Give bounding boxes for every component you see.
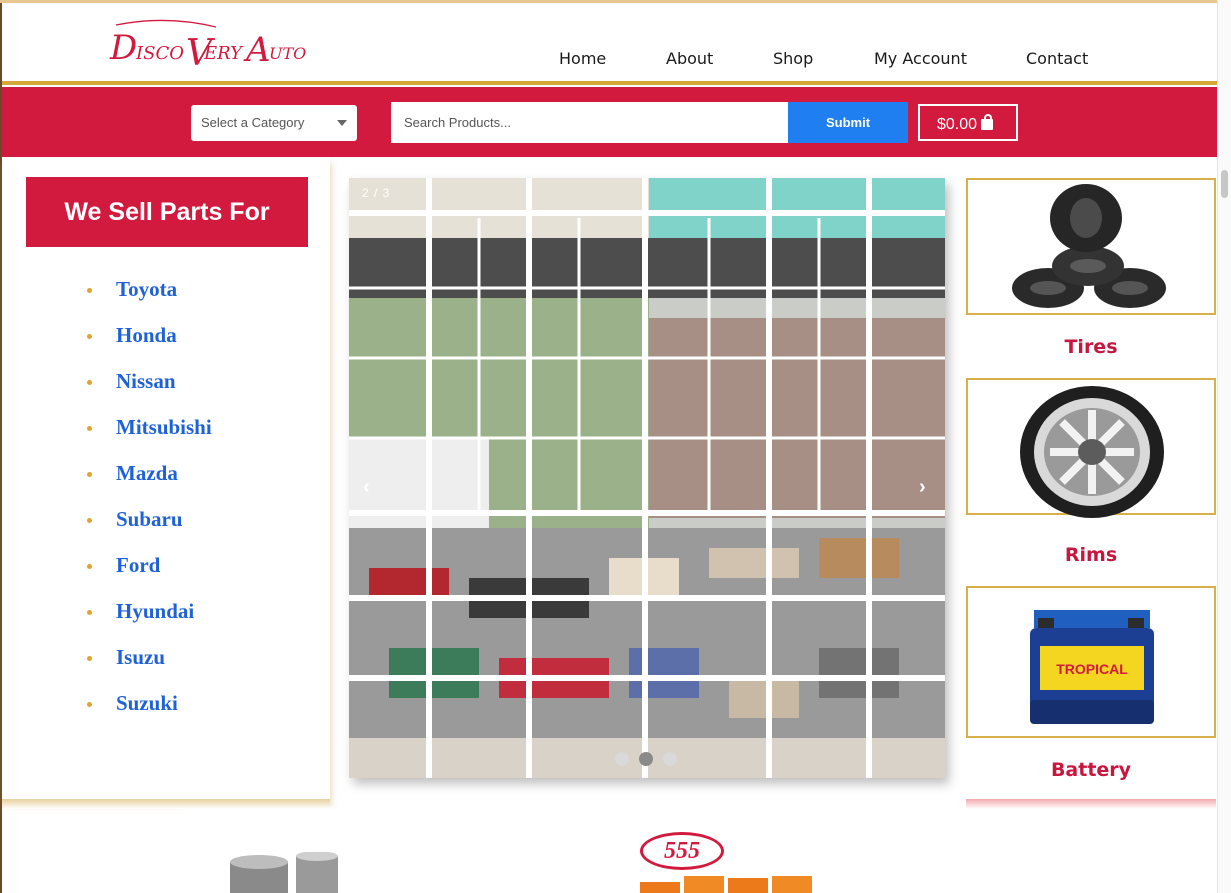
brand-label[interactable]: Honda: [116, 323, 177, 348]
page-scrollbar[interactable]: [1217, 0, 1231, 893]
nav-home[interactable]: Home: [559, 49, 606, 68]
category-label[interactable]: Rims: [966, 544, 1216, 566]
slider-dot[interactable]: [663, 752, 677, 766]
brand-label[interactable]: Ford: [116, 553, 160, 578]
brand-label[interactable]: Mitsubishi: [116, 415, 212, 440]
search-input[interactable]: Search Products...: [391, 102, 788, 143]
slide-counter: 2 / 3: [362, 186, 391, 200]
main-nav: Home About Shop My Account Contact: [2, 49, 1217, 73]
nav-my-account[interactable]: My Account: [874, 49, 967, 68]
chrome-rim-image: [1020, 386, 1164, 518]
bullet-icon: [87, 334, 92, 339]
category-card-rims[interactable]: [966, 378, 1216, 518]
category-panel-shadow: [966, 799, 1216, 809]
brand-555-badge: 555: [640, 832, 724, 870]
bullet-icon: [87, 564, 92, 569]
bullet-icon: [87, 702, 92, 707]
scrollbar-thumb[interactable]: [1221, 170, 1228, 198]
submit-button[interactable]: Submit: [788, 102, 908, 143]
chevron-right-icon[interactable]: ›: [919, 476, 926, 499]
shopping-bag-icon: [981, 114, 994, 130]
bullet-icon: [87, 656, 92, 661]
air-filter-image: [230, 852, 338, 893]
category-label[interactable]: Battery: [966, 759, 1216, 781]
slider-dot-active[interactable]: [639, 752, 653, 766]
brands-panel-shadow: [2, 799, 330, 809]
header-divider: [2, 81, 1217, 85]
category-select[interactable]: Select a Category: [191, 105, 357, 141]
bullet-icon: [87, 288, 92, 293]
brand-label[interactable]: Suzuki: [116, 691, 178, 716]
brand-label[interactable]: Subaru: [116, 507, 183, 532]
bullet-icon: [87, 426, 92, 431]
category-select-value: Select a Category: [201, 115, 305, 130]
chevron-left-icon[interactable]: ‹: [363, 476, 370, 499]
car-battery-image: TROPICAL: [1030, 610, 1154, 724]
brands-heading: We Sell Parts For: [26, 177, 308, 247]
brands-panel: We Sell Parts For Toyota Honda Nissan Mi…: [2, 157, 330, 800]
category-label[interactable]: Tires: [966, 336, 1216, 358]
brand-label[interactable]: Nissan: [116, 369, 176, 394]
cart-button[interactable]: $0.00: [918, 104, 1018, 141]
product-boxes-image: [640, 876, 812, 893]
category-card-tires[interactable]: [966, 178, 1216, 315]
category-card-battery[interactable]: TROPICAL: [966, 586, 1216, 738]
nav-contact[interactable]: Contact: [1026, 49, 1088, 68]
bullet-icon: [87, 380, 92, 385]
nav-shop[interactable]: Shop: [773, 49, 813, 68]
store-interior-image: [349, 178, 945, 778]
battery-brand-text: TROPICAL: [1056, 661, 1128, 677]
slider-dot[interactable]: [615, 752, 629, 766]
cart-total: $0.00: [937, 116, 978, 133]
brand-label[interactable]: Isuzu: [116, 645, 165, 670]
slider-pagination: [615, 752, 687, 771]
brand-label[interactable]: Toyota: [116, 277, 177, 302]
nav-about[interactable]: About: [666, 49, 713, 68]
tire-stack-image: [1012, 184, 1166, 308]
bullet-icon: [87, 610, 92, 615]
search-bar: Select a Category Search Products... Sub…: [2, 87, 1217, 157]
brand-label[interactable]: Mazda: [116, 461, 178, 486]
brand-label[interactable]: Hyundai: [116, 599, 194, 624]
chevron-down-icon: [337, 120, 347, 126]
bullet-icon: [87, 472, 92, 477]
hero-slider[interactable]: 2 / 3 ‹ ›: [349, 178, 945, 778]
site-header: D ISCO V ERY A UTO Home About Shop My Ac…: [2, 3, 1217, 83]
bullet-icon: [87, 518, 92, 523]
